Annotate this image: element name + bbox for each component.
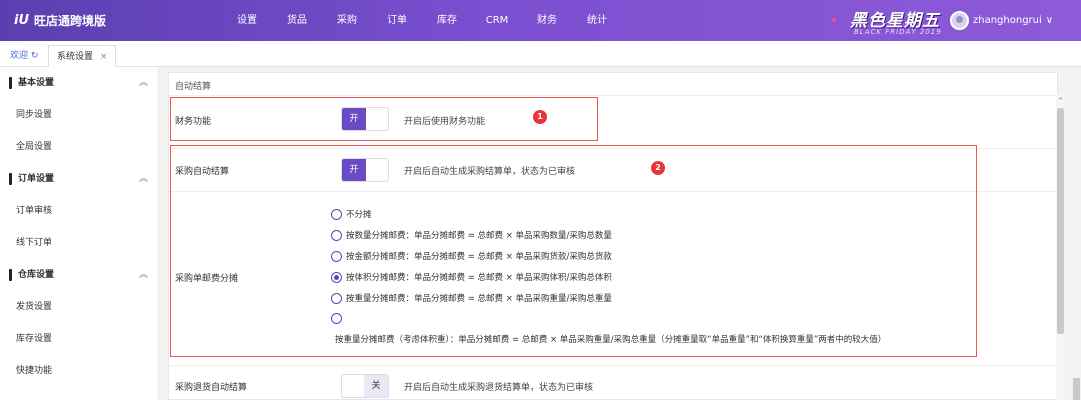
row-return-settle: 采购退货自动结算 关 开启后自动生成采购退货结算单，状态为已审核: [169, 365, 1057, 401]
promo-subtitle: BLACK FRIDAY 2019: [854, 28, 942, 36]
collapse-icon[interactable]: ︽: [139, 163, 148, 195]
marker-badge-2: 2: [651, 161, 665, 175]
nav-item-stats[interactable]: 统计: [572, 0, 622, 41]
section-marker: [9, 269, 12, 281]
black-friday-banner[interactable]: 黑色星期五 BLACK FRIDAY 2019: [832, 4, 950, 38]
tab-system-settings-label: 系统设置: [57, 52, 94, 62]
tab-welcome-label: 欢迎: [10, 51, 29, 61]
nav-item-orders[interactable]: 订单: [372, 0, 422, 41]
top-bar: iU 旺店通跨境版 设置 货品 采购 订单 库存 CRM 财务 统计 黑色星期五…: [0, 0, 1081, 41]
main-content: 自动结算 财务功能 开 开启后使用财务功能 采购自动结算 开 开启后自动生成采购…: [159, 67, 1081, 400]
close-icon[interactable]: ×: [100, 52, 108, 62]
sidebar-section-label: 基本设置: [18, 78, 55, 88]
toggle-off-label: 关: [364, 375, 388, 397]
refresh-icon[interactable]: ↻: [31, 51, 39, 61]
scrollbar-thumb[interactable]: [1057, 108, 1064, 334]
sidebar: 基本设置 ︽ 同步设置 全局设置 订单设置 ︽ 订单审核 线下订单 仓库设置 ︽…: [0, 67, 159, 400]
highlight-box-2: [170, 145, 977, 357]
avatar: [950, 11, 969, 30]
nav-item-crm[interactable]: CRM: [472, 0, 522, 41]
sidebar-section-label: 仓库设置: [18, 270, 55, 280]
app-logo[interactable]: iU 旺店通跨境版: [14, 12, 106, 29]
sidebar-item-sync[interactable]: 同步设置: [0, 99, 158, 131]
user-menu[interactable]: zhanghongrui ∨: [950, 11, 1053, 30]
settings-panel: 自动结算 财务功能 开 开启后使用财务功能 采购自动结算 开 开启后自动生成采购…: [168, 72, 1058, 400]
nav-item-purchase[interactable]: 采购: [322, 0, 372, 41]
section-marker: [9, 173, 12, 185]
scroll-up-icon[interactable]: ^: [1056, 96, 1065, 106]
sidebar-section-basic[interactable]: 基本设置 ︽: [0, 67, 158, 99]
section-title: 自动结算: [175, 82, 212, 92]
tab-system-settings[interactable]: 系统设置 ×: [48, 45, 117, 67]
nav-item-goods[interactable]: 货品: [272, 0, 322, 41]
tab-welcome[interactable]: 欢迎 ↻: [2, 45, 46, 67]
nav-item-finance[interactable]: 财务: [522, 0, 572, 41]
nav-item-inventory[interactable]: 库存: [422, 0, 472, 41]
sidebar-item-order-review[interactable]: 订单审核: [0, 195, 158, 227]
sidebar-section-order[interactable]: 订单设置 ︽: [0, 163, 158, 195]
main-nav: 设置 货品 采购 订单 库存 CRM 财务 统计: [222, 0, 622, 41]
chevron-down-icon: ∨: [1045, 15, 1054, 26]
sidebar-item-offline-order[interactable]: 线下订单: [0, 227, 158, 259]
sidebar-section-warehouse[interactable]: 仓库设置 ︽: [0, 259, 158, 291]
nav-item-settings[interactable]: 设置: [222, 0, 272, 41]
row-label: 采购退货自动结算: [175, 383, 248, 393]
logo-icon: iU: [14, 13, 30, 28]
marker-badge-1: 1: [533, 110, 547, 124]
username: zhanghongrui: [973, 15, 1042, 26]
sidebar-item-shortcuts[interactable]: 快捷功能: [0, 355, 158, 387]
sidebar-item-global[interactable]: 全局设置: [0, 131, 158, 163]
row-desc: 开启后自动生成采购退货结算单，状态为已审核: [404, 383, 594, 393]
sidebar-section-label: 订单设置: [18, 174, 55, 184]
sidebar-item-stock[interactable]: 库存设置: [0, 323, 158, 355]
section-marker: [9, 77, 12, 89]
page-scrollbar-thumb[interactable]: [1073, 378, 1080, 400]
sidebar-item-shipping[interactable]: 发货设置: [0, 291, 158, 323]
return-settle-toggle[interactable]: 关: [341, 374, 389, 398]
tab-bar: 欢迎 ↻ 系统设置 ×: [0, 41, 1081, 67]
collapse-icon[interactable]: ︽: [139, 67, 148, 99]
app-title: 旺店通跨境版: [34, 14, 107, 28]
promo-dot: [832, 18, 836, 22]
collapse-icon[interactable]: ︽: [139, 259, 148, 291]
